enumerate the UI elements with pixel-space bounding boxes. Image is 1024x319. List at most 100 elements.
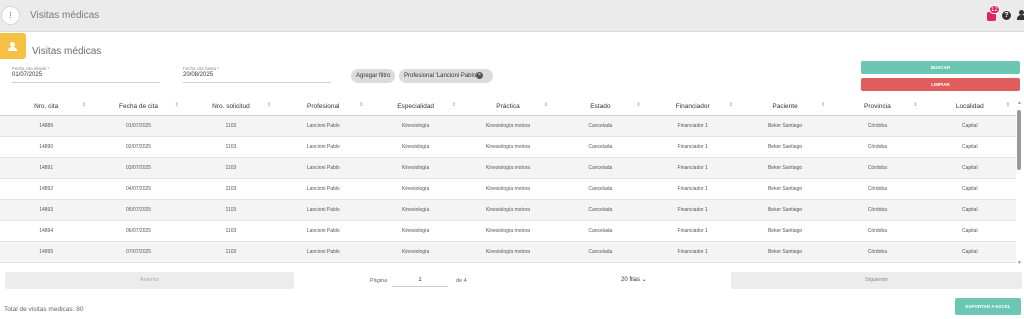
page-title: Visitas médicas xyxy=(32,46,102,57)
next-page-button[interactable]: Siguiente xyxy=(731,272,1022,289)
table-cell: Córdoba xyxy=(831,157,924,179)
table-cell: Financiador 1 xyxy=(646,199,739,221)
table-cell: Kinesiología xyxy=(369,157,462,179)
table-cell: Lancioni Pablo xyxy=(277,262,370,264)
table-cell: Beker Santiago xyxy=(738,178,832,200)
table-cell: Lancioni Pablo xyxy=(277,199,370,221)
page-number-input[interactable] xyxy=(392,274,448,287)
add-filter-button[interactable]: Agregar filtro xyxy=(351,69,396,83)
table-cell: Financiador 1 xyxy=(646,241,739,263)
table-cell: Beker Santiago xyxy=(738,199,832,221)
table-row[interactable]: 14894 06/07/2025 1103 Lancioni Pablo Kinesio… xyxy=(0,220,1016,242)
column-header-label: Práctica xyxy=(496,102,520,110)
table-cell: Kinesiología motora xyxy=(461,241,555,263)
table-row[interactable]: 1489608/07/20251103Lancioni PabloKinesio… xyxy=(0,262,1016,264)
table-row[interactable]: 14892 04/07/2025 1103 Lancioni Pablo Kinesio… xyxy=(0,178,1016,200)
table-cell: Córdoba xyxy=(831,220,924,242)
table-row[interactable]: 14889 01/07/2025 1103 Lancioni Pablo Kinesio… xyxy=(0,115,1016,137)
table-cell: Cancelada xyxy=(554,262,647,264)
column-header[interactable]: Estado ⇕ xyxy=(554,98,647,116)
sort-icon[interactable]: ⇕ xyxy=(729,102,733,108)
table-cell: 01/07/2025 xyxy=(92,115,185,137)
table-row[interactable]: 14893 05/07/2025 1103 Lancioni Pablo Kinesio… xyxy=(0,199,1016,221)
table-cell: 04/07/2025 xyxy=(92,178,185,200)
table-cell: 06/07/2025 xyxy=(92,220,185,242)
table-cell: Financiador 1 xyxy=(646,178,739,200)
sort-icon[interactable]: ⇕ xyxy=(359,102,363,108)
table-cell: Capital xyxy=(923,115,1016,137)
table-cell: Capital xyxy=(923,241,1016,263)
fecha-desde-field[interactable]: Fecha cita desde * 01/07/2025 xyxy=(12,66,160,83)
table-cell: Lancioni Pablo xyxy=(277,220,370,242)
fecha-hasta-value[interactable]: 20/08/2025 xyxy=(183,72,213,78)
scroll-down-icon[interactable]: ▼ xyxy=(1017,260,1022,266)
sort-icon[interactable]: ⇕ xyxy=(1006,102,1010,108)
table-cell: 07/07/2025 xyxy=(92,241,185,263)
table-cell: 05/07/2025 xyxy=(92,199,185,221)
column-header[interactable]: Profesional ⇕ xyxy=(277,98,370,116)
sort-icon[interactable]: ⇕ xyxy=(544,102,548,108)
table-cell: 1103 xyxy=(184,241,278,263)
table-cell: 14890 xyxy=(0,136,93,158)
table-cell: Capital xyxy=(923,178,1016,200)
page-user-icon xyxy=(0,33,26,59)
fecha-hasta-label: Fecha cita hasta * xyxy=(183,66,220,71)
column-header-label: Especialidad xyxy=(397,102,435,110)
table-scrollbar[interactable]: ▲ ▼ xyxy=(1016,100,1022,270)
fecha-hasta-field[interactable]: Fecha cita hasta * 20/08/2025 xyxy=(183,66,331,83)
sort-icon[interactable]: ⇕ xyxy=(821,102,825,108)
table-cell: 1103 xyxy=(184,136,278,158)
table-cell: Córdoba xyxy=(831,199,924,221)
table-row[interactable]: 14891 03/07/2025 1103 Lancioni Pablo Kinesio… xyxy=(0,157,1016,179)
export-excel-button[interactable]: EXPORTAR A EXCEL xyxy=(955,298,1021,315)
column-header[interactable]: Práctica ⇕ xyxy=(461,98,555,116)
column-header[interactable]: Financiador ⇕ xyxy=(646,98,739,116)
table-cell: Kinesiología motora xyxy=(461,115,555,137)
table-cell: Kinesiología motora xyxy=(461,157,555,179)
column-header[interactable]: Especialidad ⇕ xyxy=(369,98,462,116)
table-cell: Kinesiología xyxy=(369,241,462,263)
table-cell: 14891 xyxy=(0,157,93,179)
column-header-label: Profesional xyxy=(306,102,340,110)
sort-icon[interactable]: ⇕ xyxy=(452,102,456,108)
buscar-button[interactable]: BUSCAR xyxy=(861,61,1020,74)
help-icon[interactable]: ? xyxy=(1002,11,1011,20)
table-cell: Kinesiología xyxy=(369,136,462,158)
notification-badge[interactable]: 12 xyxy=(989,5,1000,14)
table-cell: Cancelada xyxy=(554,115,647,137)
limpiar-button[interactable]: LIMPIAR xyxy=(861,78,1020,91)
fecha-desde-value[interactable]: 01/07/2025 xyxy=(12,72,42,78)
sort-icon[interactable]: ⇕ xyxy=(267,102,271,108)
previous-page-button[interactable]: Anterior xyxy=(5,272,294,289)
user-icon[interactable] xyxy=(1017,10,1024,20)
column-header[interactable]: Fecha de cita ⇕ xyxy=(92,98,185,116)
table-cell: Financiador 1 xyxy=(646,115,739,137)
scroll-up-icon[interactable]: ▲ xyxy=(1017,100,1022,106)
column-header[interactable]: Nro. cita ⇕ xyxy=(0,98,93,116)
table-cell: 1103 xyxy=(184,115,278,137)
column-header[interactable]: Nro. solicitud ⇕ xyxy=(184,98,278,116)
table-cell: 14892 xyxy=(0,178,93,200)
table-header-row: Nro. cita ⇕ Fecha de cita ⇕ Nro. solicitud ⇕ P… xyxy=(0,98,1016,116)
table-cell: 03/07/2025 xyxy=(92,157,185,179)
page-count-label: de 4 xyxy=(456,278,467,284)
sort-icon[interactable]: ⇕ xyxy=(636,102,640,108)
column-header[interactable]: Provincia ⇕ xyxy=(831,98,924,116)
rows-per-page-select[interactable]: 20 filas ⌄ xyxy=(621,276,647,283)
sort-icon[interactable]: ⇕ xyxy=(82,102,86,108)
results-table: Nro. cita ⇕ Fecha de cita ⇕ Nro. solicitud ⇕ P… xyxy=(0,98,1016,264)
table-row[interactable]: 14890 02/07/2025 1103 Lancioni Pablo Kinesio… xyxy=(0,136,1016,158)
column-header-label: Localidad xyxy=(955,102,984,110)
table-cell: Kinesiología xyxy=(369,115,462,137)
table-cell: Beker Santiago xyxy=(738,220,832,242)
sort-icon[interactable]: ⇕ xyxy=(913,102,917,108)
hamburger-icon[interactable]: ⁞ xyxy=(1,6,20,25)
scrollbar-thumb[interactable] xyxy=(1017,110,1021,170)
table-row[interactable]: 14895 07/07/2025 1103 Lancioni Pablo Kinesio… xyxy=(0,241,1016,263)
column-header[interactable]: Paciente ⇕ xyxy=(738,98,832,116)
table-cell: Lancioni Pablo xyxy=(277,136,370,158)
column-header[interactable]: Localidad ⇕ xyxy=(923,98,1016,116)
table-cell: Beker Santiago xyxy=(738,157,832,179)
close-icon[interactable]: × xyxy=(476,72,483,79)
sort-icon[interactable]: ⇕ xyxy=(175,102,179,108)
